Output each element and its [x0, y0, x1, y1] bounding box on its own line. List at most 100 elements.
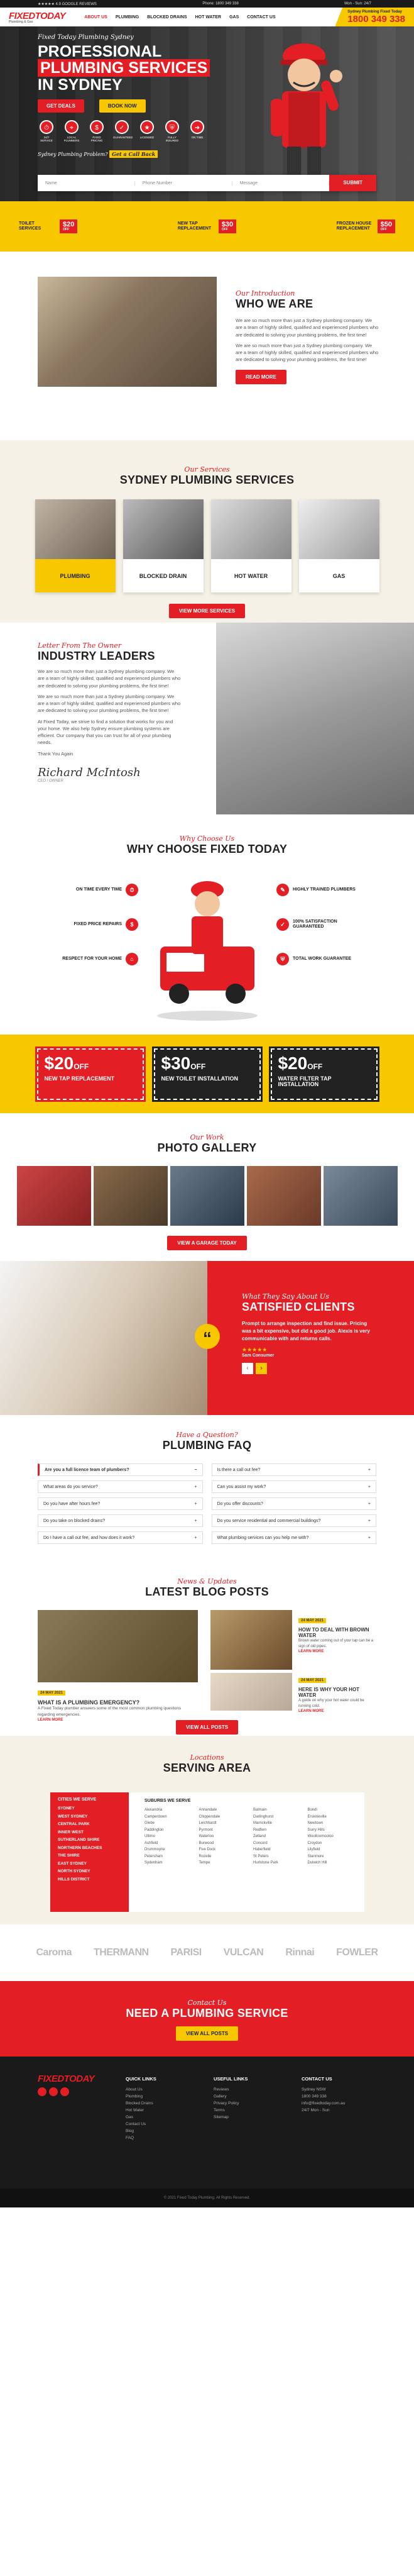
- faq-item[interactable]: Do I have a call out fee, and how does i…: [38, 1531, 203, 1544]
- suburb-item[interactable]: Zetland: [253, 1833, 304, 1840]
- suburb-item[interactable]: Leichhardt: [199, 1820, 250, 1827]
- suburb-item[interactable]: Woolloomooloo: [308, 1833, 359, 1840]
- suburb-item[interactable]: Darlinghurst: [253, 1814, 304, 1821]
- service-card[interactable]: HOT WATER: [210, 499, 291, 592]
- faq-item[interactable]: What plumbing services can you help me w…: [211, 1531, 376, 1544]
- suburb-item[interactable]: Pyrmont: [199, 1827, 250, 1834]
- city-item[interactable]: WEST SYDNEY: [58, 1813, 121, 1821]
- suburb-item[interactable]: Glebe: [144, 1820, 195, 1827]
- suburb-item[interactable]: Rozelle: [199, 1853, 250, 1860]
- gallery-image[interactable]: [93, 1166, 168, 1226]
- city-item[interactable]: HILLS DISTRICT: [58, 1876, 121, 1884]
- gallery-button[interactable]: VIEW A GARAGE TODAY: [167, 1236, 247, 1250]
- footer-link[interactable]: Reviews: [214, 2086, 289, 2093]
- suburb-item[interactable]: St Peters: [253, 1853, 304, 1860]
- faq-item[interactable]: Can you assist my work? +: [211, 1480, 376, 1493]
- service-card[interactable]: BLOCKED DRAIN: [123, 499, 204, 592]
- suburb-item[interactable]: Paddington: [144, 1827, 195, 1834]
- suburb-item[interactable]: Ashfield: [144, 1840, 195, 1847]
- suburb-item[interactable]: Waterloo: [199, 1833, 250, 1840]
- footer-link[interactable]: Blocked Drains: [126, 2100, 201, 2107]
- nav-plumbing[interactable]: PLUMBING: [116, 15, 139, 19]
- suburb-item[interactable]: Five Dock: [199, 1846, 250, 1853]
- suburb-item[interactable]: Drummoyne: [144, 1846, 195, 1853]
- next-arrow-icon[interactable]: ›: [256, 1363, 267, 1374]
- suburb-item[interactable]: Surry Hills: [308, 1827, 359, 1834]
- suburb-item[interactable]: Hurlstone Park: [253, 1860, 304, 1867]
- view-services-button[interactable]: VIEW MORE SERVICES: [168, 604, 246, 618]
- gallery-image[interactable]: [16, 1166, 91, 1226]
- instagram-icon[interactable]: [49, 2087, 58, 2096]
- gallery-image[interactable]: [170, 1166, 244, 1226]
- suburb-item[interactable]: Balmain: [253, 1807, 304, 1814]
- footer-logo[interactable]: FIXEDTODAY: [38, 2074, 113, 2084]
- faq-item[interactable]: Are you a full licence team of plumbers?…: [38, 1463, 203, 1476]
- nav-hot-water[interactable]: HOT WATER: [195, 15, 221, 19]
- city-item[interactable]: CENTRAL PARK: [58, 1821, 121, 1829]
- submit-button[interactable]: SUBMIT: [329, 175, 377, 191]
- footer-link[interactable]: Privacy Policy: [214, 2100, 289, 2107]
- blog-image[interactable]: [210, 1673, 292, 1711]
- get-deals-button[interactable]: GET DEALS: [38, 99, 84, 113]
- gallery-image[interactable]: [246, 1166, 321, 1226]
- faq-item[interactable]: Do you take on blocked drains? +: [38, 1514, 203, 1527]
- suburb-item[interactable]: Ultimo: [144, 1833, 195, 1840]
- suburb-item[interactable]: Bondi: [308, 1807, 359, 1814]
- suburb-item[interactable]: Erskineville: [308, 1814, 359, 1821]
- footer-link[interactable]: Contact Us: [126, 2121, 201, 2128]
- view-posts-button[interactable]: VIEW ALL POSTS: [175, 1720, 239, 1735]
- city-item[interactable]: NORTHERN BEACHES: [58, 1845, 121, 1853]
- cta-button[interactable]: VIEW ALL POSTS: [175, 2026, 239, 2041]
- suburb-item[interactable]: Sydenham: [144, 1860, 195, 1867]
- suburb-item[interactable]: Concord: [253, 1840, 304, 1847]
- coupon[interactable]: $20OFF WATER FILTER TAP INSTALLATION: [268, 1046, 379, 1102]
- footer-link[interactable]: FAQ: [126, 2135, 201, 2141]
- phone-box[interactable]: Sydney Plumbing Fixed Today 1800 349 338: [335, 8, 414, 26]
- footer-link[interactable]: Terms: [214, 2107, 289, 2114]
- coupon[interactable]: $20OFF NEW TAP REPLACEMENT: [35, 1046, 146, 1102]
- blog-post[interactable]: 24 MAY 2021 HOW TO DEAL WITH BROWN WATER…: [298, 1613, 377, 1653]
- nav-about[interactable]: ABOUT US: [84, 15, 107, 19]
- facebook-icon[interactable]: [38, 2087, 46, 2096]
- phone-input[interactable]: Phone Number: [135, 180, 232, 186]
- faq-item[interactable]: Do you have after hours fee? +: [38, 1497, 203, 1510]
- suburb-item[interactable]: Camperdown: [144, 1814, 195, 1821]
- topbar-phone[interactable]: Phone: 1800 349 338: [202, 2, 238, 6]
- footer-link[interactable]: Plumbing: [126, 2093, 201, 2100]
- promo-tap[interactable]: NEW TAP REPLACEMENT $30 OFF: [178, 219, 237, 233]
- faq-item[interactable]: Do you offer discounts? +: [211, 1497, 376, 1510]
- suburb-item[interactable]: Stanmore: [308, 1853, 359, 1860]
- read-more-button[interactable]: READ MORE: [236, 369, 286, 384]
- suburb-item[interactable]: Haberfield: [253, 1846, 304, 1853]
- suburb-item[interactable]: Tempe: [199, 1860, 250, 1867]
- gallery-image[interactable]: [323, 1166, 398, 1226]
- footer-link[interactable]: Gas: [126, 2114, 201, 2121]
- coupon[interactable]: $30OFF NEW TOILET INSTALLATION: [151, 1046, 263, 1102]
- blog-post[interactable]: 24 MAY 2021 HERE IS WHY YOUR HOT WATER A…: [298, 1673, 377, 1713]
- blog-image[interactable]: [210, 1610, 292, 1670]
- suburb-item[interactable]: Marrickville: [253, 1820, 304, 1827]
- city-item[interactable]: SUTHERLAND SHIRE: [58, 1836, 121, 1845]
- suburb-item[interactable]: Redfern: [253, 1827, 304, 1834]
- city-item[interactable]: SYDNEY: [58, 1805, 121, 1813]
- phone-number[interactable]: 1800 349 338: [347, 14, 405, 25]
- nav-gas[interactable]: GAS: [229, 15, 239, 19]
- nav-blocked-drains[interactable]: BLOCKED DRAINS: [147, 15, 187, 19]
- suburb-item[interactable]: Croydon: [308, 1840, 359, 1847]
- service-card[interactable]: PLUMBING: [35, 499, 116, 592]
- faq-item[interactable]: What areas do you service? +: [38, 1480, 203, 1493]
- faq-item[interactable]: Is there a call out fee? +: [211, 1463, 376, 1476]
- city-item[interactable]: THE SHIRE: [58, 1852, 121, 1860]
- twitter-icon[interactable]: [60, 2087, 69, 2096]
- footer-link[interactable]: Sitemap: [214, 2114, 289, 2121]
- city-item[interactable]: NORTH SYDNEY: [58, 1868, 121, 1876]
- suburb-item[interactable]: Newtown: [308, 1820, 359, 1827]
- promo-frozen[interactable]: FROZEN HOUSE REPLACEMENT $50 OFF: [337, 219, 395, 233]
- footer-link[interactable]: Hot Water: [126, 2107, 201, 2114]
- suburb-item[interactable]: Lilyfield: [308, 1846, 359, 1853]
- city-item[interactable]: EAST SYDNEY: [58, 1860, 121, 1868]
- footer-link[interactable]: Gallery: [214, 2093, 289, 2100]
- suburb-item[interactable]: Burwood: [199, 1840, 250, 1847]
- blog-post[interactable]: 24 MAY 2021 WHAT IS A PLUMBING EMERGENCY…: [38, 1685, 198, 1722]
- suburb-item[interactable]: Alexandria: [144, 1807, 195, 1814]
